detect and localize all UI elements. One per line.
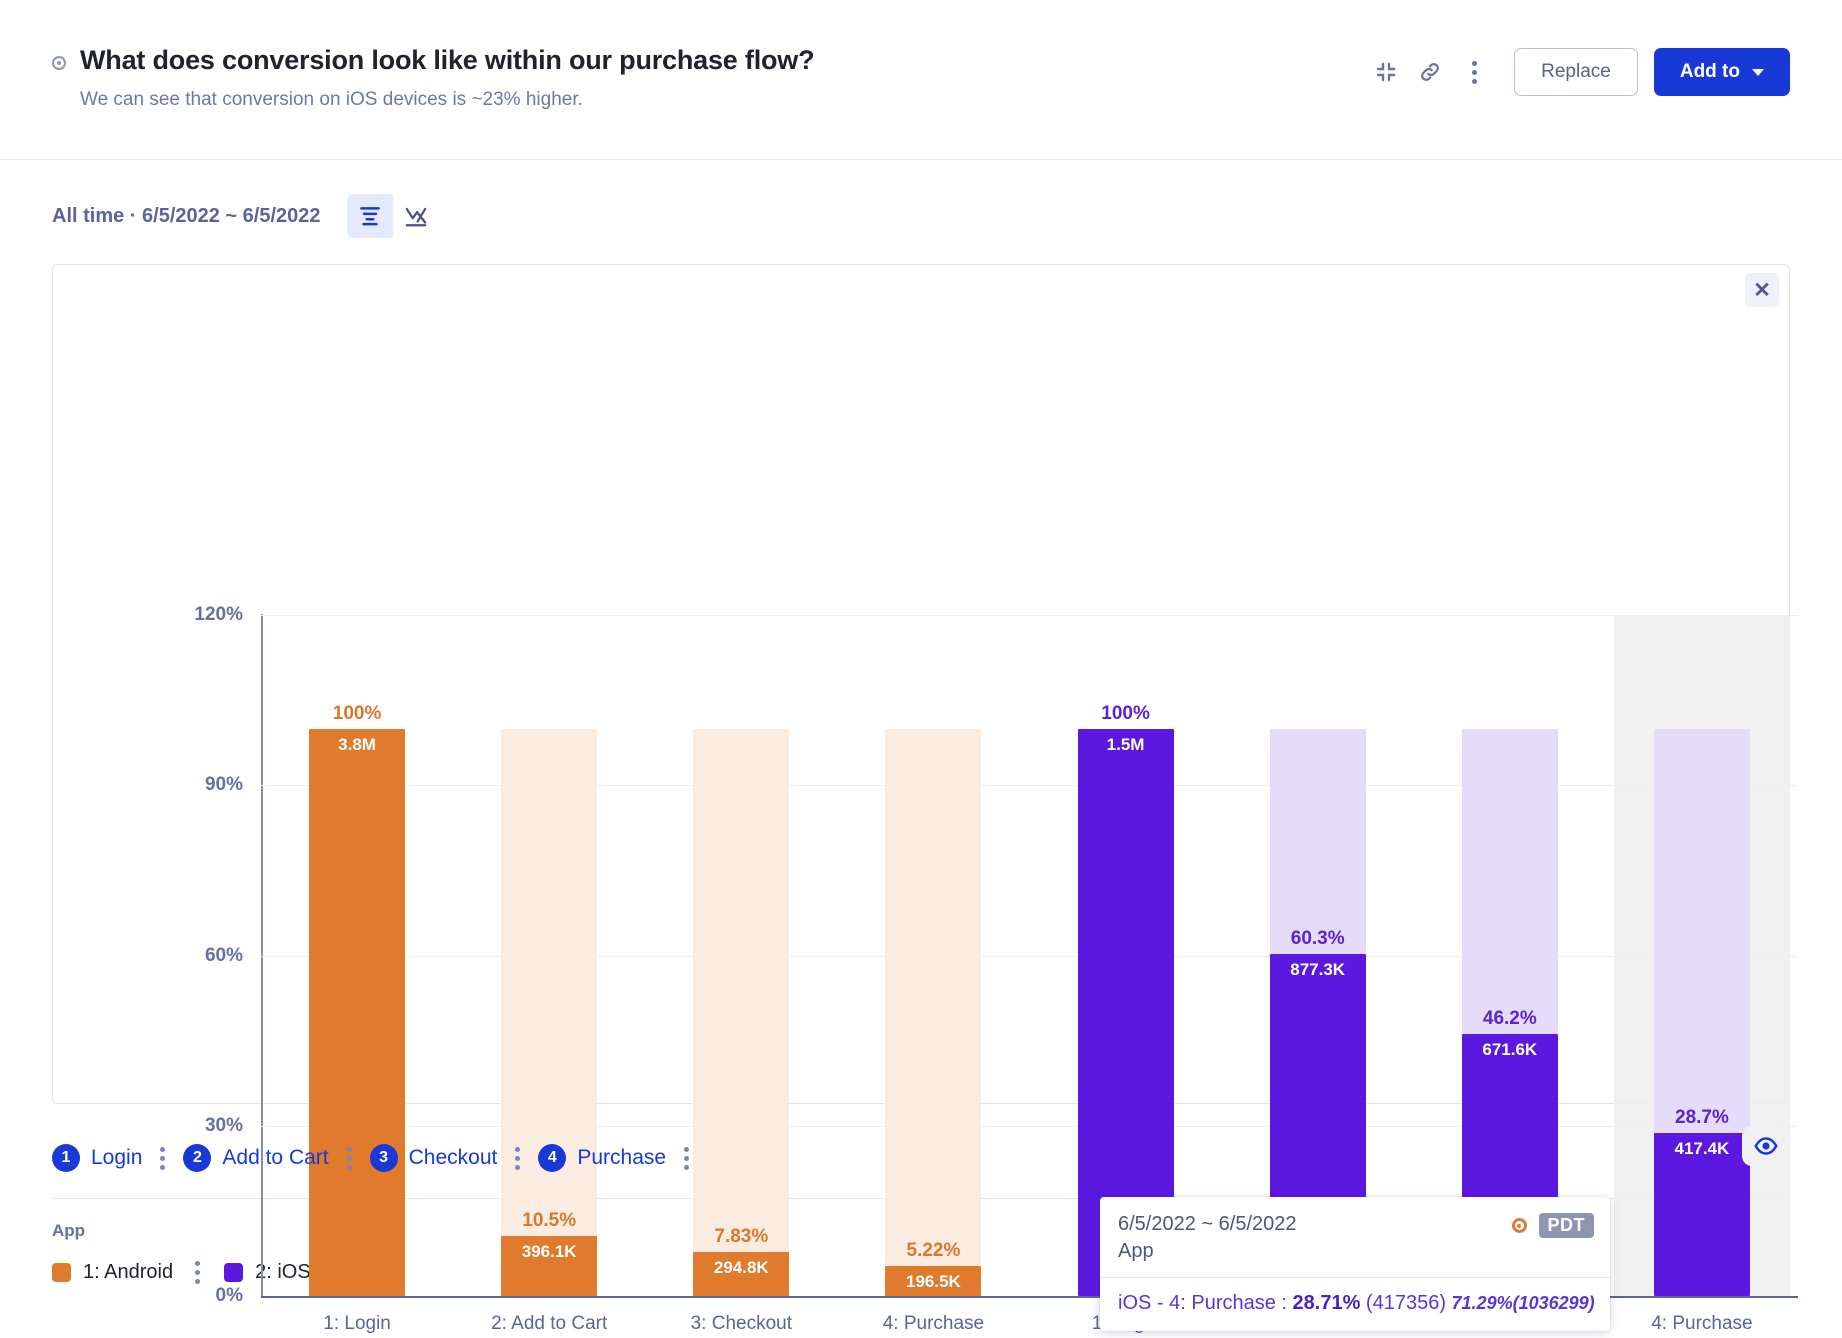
trend-chart-icon[interactable] — [393, 194, 439, 238]
eye-icon[interactable] — [1742, 1126, 1790, 1166]
tooltip-value-row: iOS - 4: Purchase : 28.71% (417356) 71.2… — [1100, 1278, 1610, 1331]
step-label: Purchase — [577, 1146, 667, 1169]
bar-background-track — [885, 728, 982, 1296]
bar-value-label: 396.1K — [521, 1242, 577, 1262]
bar-value-label: 294.8K — [713, 1257, 769, 1277]
bar-percent-label: 10.5% — [522, 1210, 577, 1232]
funnel-step-add-to-cart[interactable]: 2 Add to Cart — [183, 1144, 329, 1172]
bar-value-label: 671.6K — [1482, 1039, 1538, 1059]
funnel-step-login[interactable]: 1 Login — [52, 1144, 142, 1172]
step-kebab-menu-icon[interactable] — [515, 1146, 521, 1170]
step-kebab-menu-icon[interactable] — [684, 1146, 690, 1170]
bar-value-label: 3.8M — [338, 734, 376, 754]
y-axis-tick: 0% — [215, 1285, 243, 1306]
link-icon[interactable] — [1408, 50, 1452, 94]
chart-tooltip: 6/5/2022 ~ 6/5/2022 App PDT iOS - 4: Pur… — [1100, 1197, 1610, 1331]
bar-percent-label: 100% — [1101, 702, 1150, 724]
step-number-badge: 3 — [369, 1144, 398, 1172]
bar-group[interactable]: 100% 1.5M — [1077, 615, 1174, 1296]
bar-percent-label: 46.2% — [1482, 1007, 1537, 1029]
funnel-steps-row: 1 Login 2 Add to Cart 3 Checkout 4 Purchase — [0, 1104, 1842, 1182]
step-number-badge: 1 — [52, 1144, 80, 1172]
legend-item[interactable]: 1: Android — [52, 1261, 173, 1284]
bar-group[interactable]: 10.5% 396.1K — [501, 615, 598, 1296]
record-dot-icon — [1511, 1218, 1527, 1233]
tooltip-badges: PDT — [1511, 1213, 1594, 1238]
step-label: Checkout — [408, 1146, 498, 1169]
legend-kebab-menu-icon[interactable] — [195, 1261, 201, 1284]
step-number-badge: 4 — [538, 1144, 567, 1172]
bar-group[interactable]: 7.83% 294.8K — [693, 615, 790, 1296]
legend-item[interactable]: 2: iOS — [224, 1261, 311, 1284]
bar-value-label: 1.5M — [1106, 734, 1145, 754]
x-axis-label: 4: Purchase — [1651, 1313, 1753, 1334]
panel-header: What does conversion look like within ou… — [0, 0, 1842, 160]
bar-series-container: 100% 3.8M 10.5% 396.1K 7.83% 294.8K 5.22% 196.5… — [53, 265, 1789, 1296]
step-label: Login — [91, 1146, 143, 1169]
add-to-label: Add to — [1679, 61, 1740, 82]
bar-percent-label: 60.3% — [1290, 927, 1345, 949]
tooltip-series-label: iOS - 4: Purchase : — [1118, 1292, 1293, 1314]
step-kebab-menu-icon[interactable] — [160, 1146, 166, 1170]
funnel-step-checkout[interactable]: 3 Checkout — [369, 1144, 498, 1172]
bar-percent-label: 7.83% — [714, 1225, 769, 1247]
tooltip-primary-pct: 28.71% — [1292, 1292, 1361, 1314]
legend-color-swatch — [224, 1263, 244, 1282]
tooltip-header: 6/5/2022 ~ 6/5/2022 App PDT — [1100, 1197, 1610, 1277]
collapse-icon[interactable] — [1364, 50, 1408, 94]
bar-group[interactable]: 46.2% 671.6K — [1461, 615, 1558, 1296]
bar-value-label: 196.5K — [906, 1272, 961, 1292]
legend-label: 1: Android — [83, 1261, 174, 1283]
tooltip-primary-count: (417356) — [1360, 1292, 1452, 1314]
bar-background-track — [693, 728, 790, 1296]
bar-group[interactable]: 28.7% 417.4K — [1653, 615, 1750, 1296]
bar-group[interactable]: 100% 3.8M — [309, 615, 406, 1296]
legend-color-swatch — [52, 1263, 71, 1282]
bar-percent-label: 100% — [332, 702, 382, 724]
kebab-menu-icon[interactable] — [1452, 50, 1496, 94]
step-number-badge: 2 — [183, 1144, 212, 1172]
page-title: What does conversion look like within ou… — [80, 45, 815, 75]
bar-group[interactable]: 60.3% 877.3K — [1269, 615, 1366, 1296]
tooltip-scope: App — [1118, 1240, 1154, 1262]
step-kebab-menu-icon[interactable] — [346, 1146, 352, 1170]
funnel-chart-icon[interactable] — [346, 194, 393, 238]
date-range-label[interactable]: All time · 6/5/2022 ~ 6/5/2022 — [52, 205, 321, 228]
record-bullet-icon — [52, 56, 66, 70]
header-actions: Replace Add to — [1364, 48, 1790, 96]
visualization-toggle — [346, 194, 439, 238]
bar-percent-label: 5.22% — [906, 1240, 961, 1262]
step-label: Add to Cart — [222, 1146, 329, 1169]
chart-card: ✕ 0% 30% 60% 90% 120% 100% 3.8M 10.5% 396.1K 7.8… — [52, 264, 1798, 1334]
bar-value-label: 877.3K — [1290, 959, 1346, 979]
tooltip-secondary: 71.29%(1036299) — [1451, 1293, 1595, 1313]
chevron-down-icon — [1752, 68, 1764, 76]
bar[interactable] — [309, 728, 406, 1296]
add-to-button[interactable]: Add to — [1653, 48, 1790, 96]
legend-label: 2: iOS — [255, 1261, 311, 1283]
replace-button[interactable]: Replace — [1514, 48, 1638, 96]
chart-toolbar: All time · 6/5/2022 ~ 6/5/2022 — [0, 160, 1842, 238]
funnel-chart-plot[interactable]: 0% 30% 60% 90% 120% 100% 3.8M 10.5% 396.1K 7.83%… — [53, 265, 1798, 1334]
timezone-badge: PDT — [1538, 1213, 1594, 1238]
bar-group[interactable]: 5.22% 196.5K — [885, 615, 982, 1296]
funnel-step-purchase[interactable]: 4 Purchase — [538, 1144, 666, 1172]
